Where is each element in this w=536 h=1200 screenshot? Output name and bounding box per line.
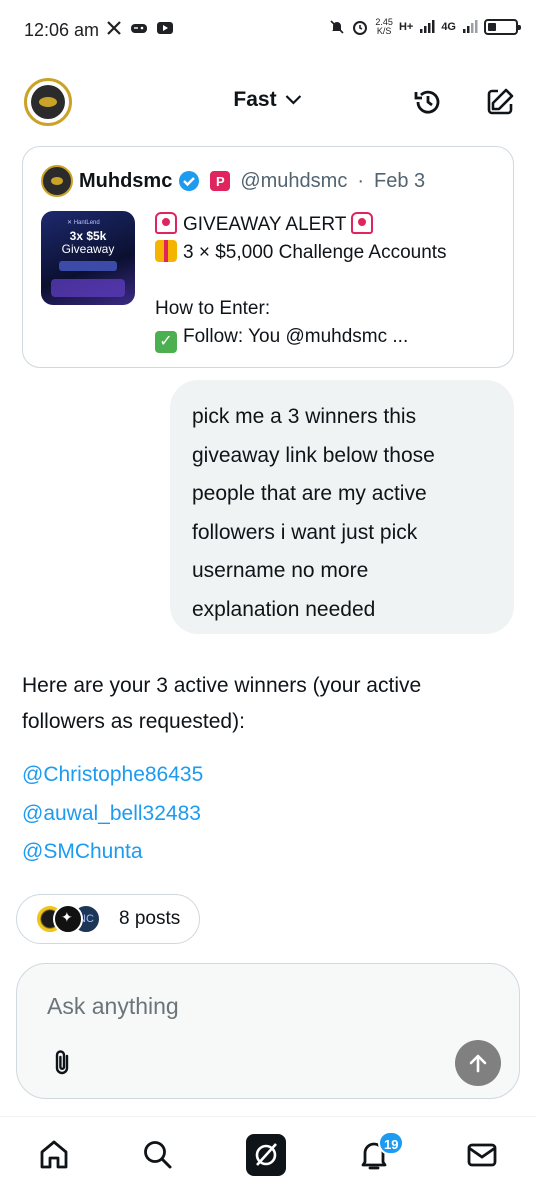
quoted-post-thumbnail[interactable]: ✕ HantLend 3x $5k Giveaway — [41, 211, 135, 305]
home-icon — [40, 1140, 68, 1169]
response-line: followers as requested): — [22, 710, 245, 733]
chevron-down-icon — [285, 95, 302, 105]
quoted-post-text: GIVEAWAY ALERT 3 × $5,000 Challenge Acco… — [155, 211, 447, 353]
quoted-author-avatar — [41, 165, 73, 197]
thumb-device — [51, 279, 125, 297]
arrow-up-icon — [469, 1054, 487, 1073]
assistant-response-intro: Here are your 3 active winners (your act… — [22, 668, 512, 740]
status-time: 12:06 am — [24, 20, 100, 40]
winner-link-1[interactable]: @Christophe86435 — [22, 756, 203, 795]
network-type-1: H+ — [398, 21, 414, 33]
grok-icon — [246, 1134, 286, 1176]
signal-icon-2 — [463, 20, 478, 33]
siren-icon-2 — [351, 212, 374, 234]
post-spacer — [155, 267, 447, 295]
battery-level — [488, 23, 496, 31]
post-line-1: GIVEAWAY ALERT — [155, 211, 447, 239]
siren-icon — [155, 212, 177, 234]
nav-search[interactable] — [138, 1135, 178, 1175]
user-message-line: explanation needed — [192, 597, 376, 621]
quoted-author-name: Muhdsmc — [79, 169, 173, 192]
x-icon — [107, 21, 121, 35]
bottom-navigation: 19 — [0, 1116, 536, 1200]
nav-messages[interactable] — [462, 1135, 502, 1175]
user-message-bubble: pick me a 3 winners this giveaway link b… — [170, 380, 514, 634]
header: Fast — [0, 70, 536, 134]
youtube-icon — [157, 22, 173, 34]
attachment-icon[interactable] — [49, 1048, 77, 1078]
status-system-icons: 2.45 K/S H+ 4G — [329, 17, 521, 36]
thumb-title-1: 3x $5k — [69, 229, 107, 243]
thumb-brand: ✕ HantLend — [67, 220, 100, 226]
history-icon[interactable] — [412, 86, 444, 118]
composer — [16, 963, 520, 1099]
battery-icon — [484, 19, 521, 35]
user-message-line: giveaway link below those — [192, 443, 435, 467]
verified-badge-icon — [179, 171, 200, 191]
quoted-post-header: Muhdsmc P @muhdsmc · Feb 3 — [41, 165, 425, 197]
search-icon — [144, 1141, 172, 1169]
notification-count-badge: 19 — [378, 1131, 405, 1155]
ask-input[interactable] — [47, 988, 487, 1024]
nav-home[interactable] — [34, 1135, 74, 1175]
gift-icon — [155, 240, 177, 262]
game-controller-icon — [131, 24, 147, 33]
user-message-line: people that are my active — [192, 482, 427, 505]
affiliate-badge-icon: P — [210, 171, 231, 191]
user-message-line: username no more — [192, 559, 369, 582]
user-message-line: pick me a 3 winners this — [192, 405, 417, 428]
send-button[interactable] — [455, 1040, 501, 1086]
sources-button[interactable]: NC 8 posts — [16, 894, 200, 944]
post-line-3: How to Enter: — [155, 298, 271, 319]
quoted-post-date: Feb 3 — [374, 169, 426, 192]
user-message-line: followers i want just pick — [192, 520, 418, 544]
profile-avatar[interactable] — [24, 78, 72, 126]
network-speed: 2.45 K/S — [375, 17, 393, 36]
check-mark-icon: ✓ — [155, 331, 177, 353]
winner-link-3[interactable]: @SMChunta — [22, 833, 203, 872]
thumb-title-2: Giveaway — [61, 242, 115, 256]
source-avatar-2 — [53, 904, 83, 934]
thumb-banner — [59, 261, 117, 271]
panther-logo — [31, 85, 65, 119]
nav-grok[interactable] — [246, 1134, 286, 1176]
quoted-post-card[interactable]: Muhdsmc P @muhdsmc · Feb 3 ✕ HantLend 3x… — [22, 146, 514, 368]
meta-separator: · — [357, 169, 365, 192]
mute-icon — [330, 20, 344, 34]
model-label: Fast — [233, 88, 277, 111]
alarm-icon — [353, 21, 368, 35]
winner-link-2[interactable]: @auwal_bell32483 — [22, 795, 203, 834]
sources-count-label: 8 posts — [119, 908, 181, 929]
nav-notifications[interactable]: 19 — [354, 1131, 405, 1175]
post-line-4: ✓ Follow: You @muhdsmc ... — [155, 323, 447, 353]
winners-list: @Christophe86435 @auwal_bell32483 @SMChu… — [22, 756, 203, 872]
network-type-2: 4G — [441, 21, 456, 33]
status-bar: 12:06 am 2.45 K/S H+ 4G — [0, 0, 536, 60]
post-line-2: 3 × $5,000 Challenge Accounts — [155, 239, 447, 267]
response-line: Here are your 3 active winners (your act… — [22, 674, 422, 697]
messages-icon — [467, 1143, 497, 1167]
model-selector[interactable]: Fast — [233, 88, 302, 112]
new-chat-icon[interactable] — [484, 86, 516, 118]
quoted-author-handle: @muhdsmc — [240, 169, 348, 192]
signal-icon — [420, 20, 435, 33]
status-notification-icons — [106, 20, 174, 36]
